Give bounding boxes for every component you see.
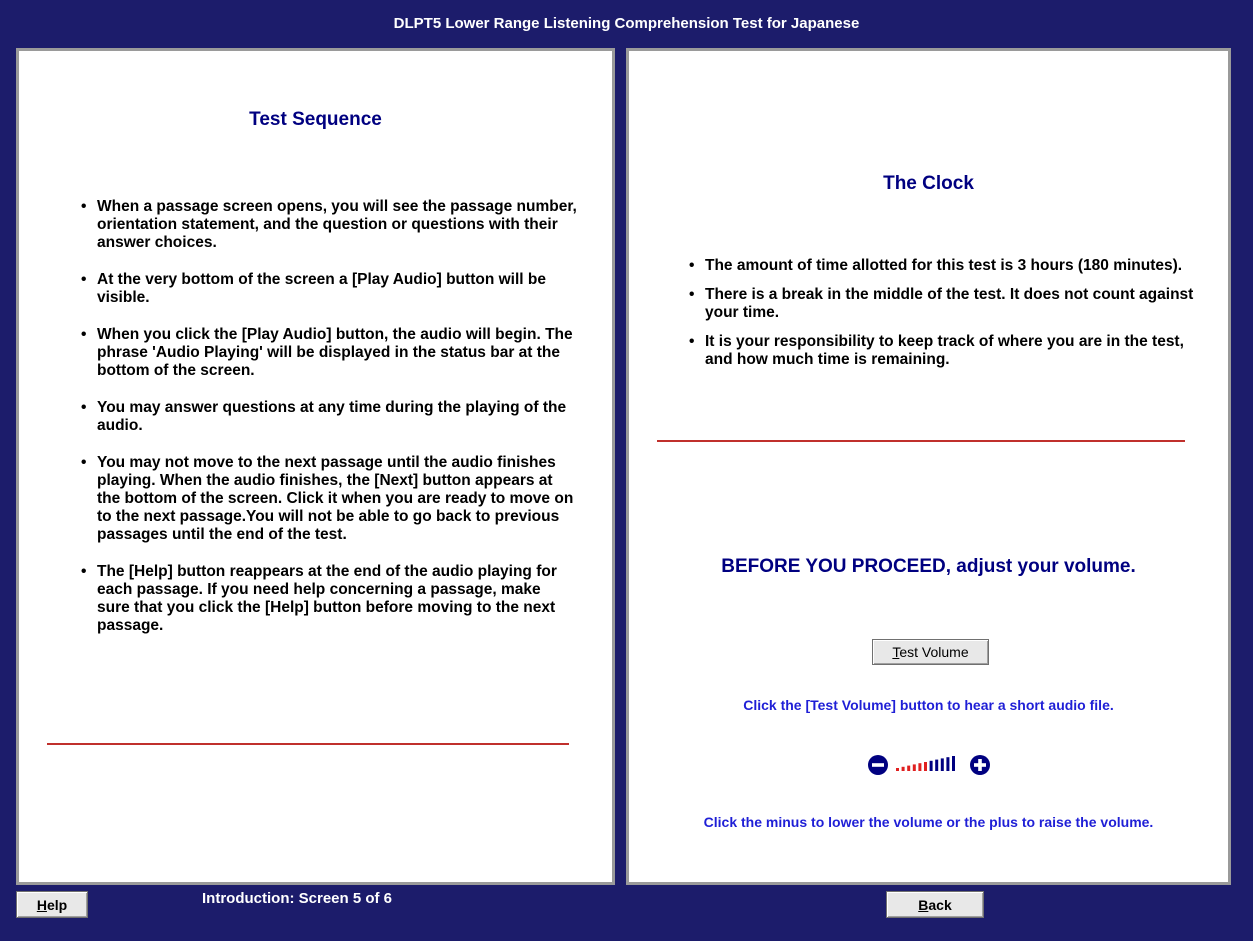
volume-bar: [940, 758, 944, 771]
test-sequence-heading: Test Sequence: [249, 109, 382, 130]
volume-note: Click the minus to lower the volume or t…: [703, 814, 1154, 830]
list-item: The [Help] button reappears at the end o…: [77, 563, 577, 635]
test-volume-button[interactable]: Test Volume: [872, 639, 989, 665]
list-item: The amount of time allotted for this tes…: [685, 257, 1195, 275]
list-item: When you click the [Play Audio] button, …: [77, 326, 577, 380]
volume-bar: [935, 759, 939, 771]
list-item: It is your responsibility to keep track …: [685, 333, 1195, 369]
plus-circle-icon[interactable]: [970, 755, 990, 775]
list-item: You may not move to the next passage unt…: [77, 454, 577, 544]
help-label: Help: [36, 896, 68, 913]
volume-bar: [946, 757, 950, 771]
list-item: At the very bottom of the screen a [Play…: [77, 271, 577, 307]
screen-status: Introduction: Screen 5 of 6: [202, 890, 393, 907]
help-button[interactable]: Help: [16, 891, 88, 918]
window-title: DLPT5 Lower Range Listening Comprehensio…: [393, 14, 860, 32]
test-sequence-list: When a passage screen opens, you will se…: [77, 198, 577, 654]
back-button[interactable]: Back: [886, 891, 984, 918]
section-divider: [657, 440, 1185, 442]
proceed-instruction: BEFORE YOU PROCEED, adjust your volume.: [721, 556, 1136, 577]
volume-bar: [929, 760, 933, 771]
test-volume-note: Click the [Test Volume] button to hear a…: [743, 697, 1114, 713]
volume-bar: [918, 763, 922, 771]
back-label: Back: [918, 896, 952, 913]
test-volume-label: Test Volume: [892, 644, 969, 660]
volume-bar: [907, 765, 911, 771]
clock-heading: The Clock: [883, 173, 974, 194]
volume-bar: [924, 762, 927, 771]
test-sequence-panel: Test Sequence When a passage screen open…: [16, 48, 615, 885]
list-item: There is a break in the middle of the te…: [685, 286, 1195, 322]
section-divider: [47, 743, 569, 745]
volume-level-meter[interactable]: [896, 756, 955, 771]
minus-circle-icon[interactable]: [868, 755, 888, 775]
volume-bar: [901, 766, 905, 771]
list-item: You may answer questions at any time dur…: [77, 399, 577, 435]
volume-bar: [896, 768, 899, 771]
clock-panel: The Clock The amount of time allotted fo…: [626, 48, 1231, 885]
list-item: When a passage screen opens, you will se…: [77, 198, 577, 252]
volume-control-graphic: [868, 755, 990, 775]
volume-bar: [912, 764, 916, 771]
clock-list: The amount of time allotted for this tes…: [685, 257, 1195, 380]
volume-control: [867, 754, 992, 776]
volume-bar: [952, 756, 955, 771]
